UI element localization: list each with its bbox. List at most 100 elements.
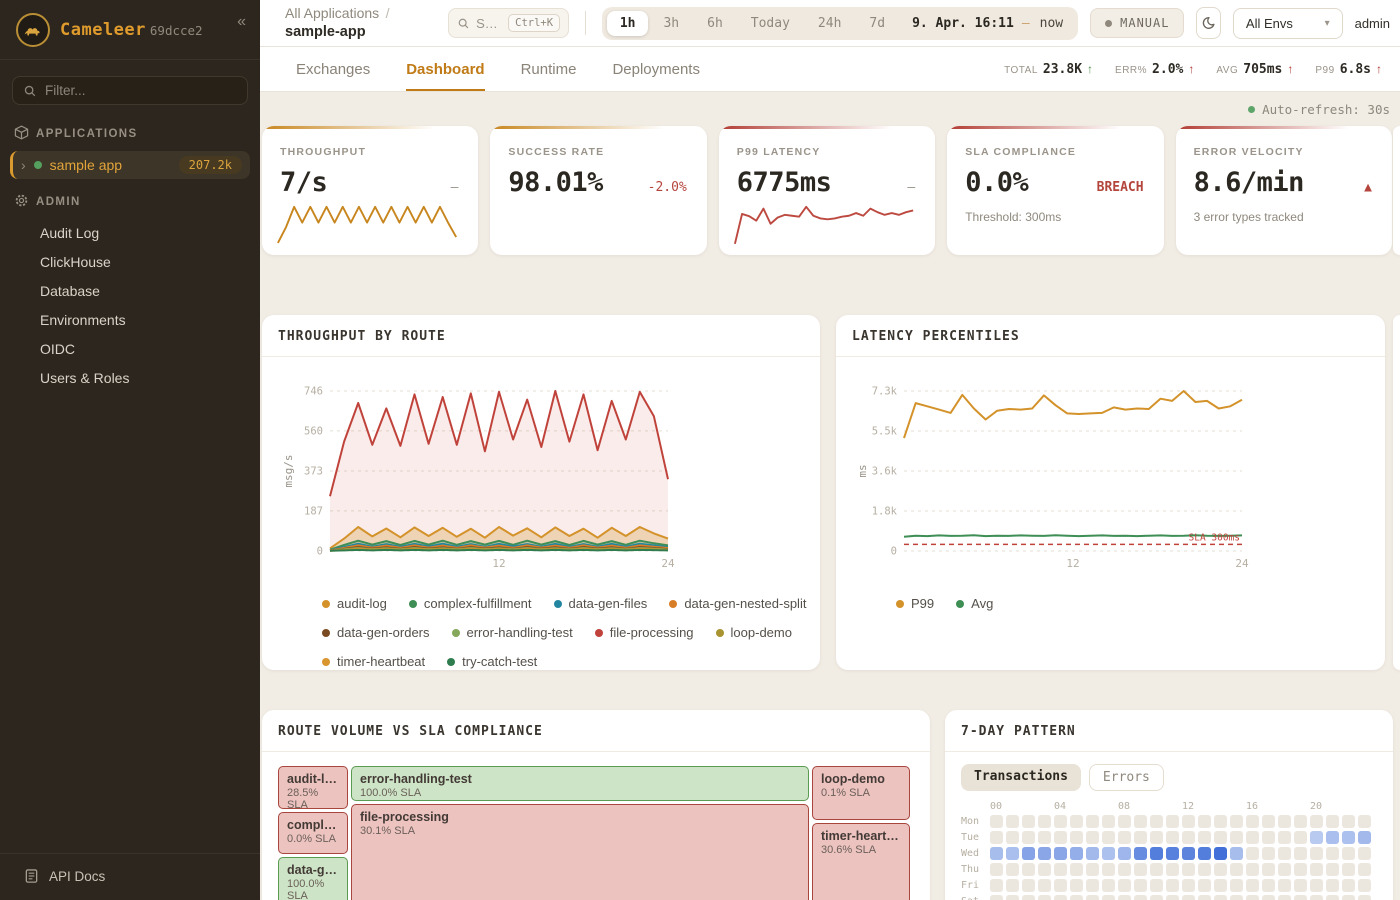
heatmap-cell[interactable] [1294, 847, 1307, 860]
heatmap-cell[interactable] [1230, 831, 1243, 844]
heatmap-cell[interactable] [1278, 879, 1291, 892]
heatmap-cell[interactable] [1182, 847, 1195, 860]
tab-dashboard[interactable]: Dashboard [406, 47, 484, 91]
dark-mode-toggle[interactable] [1196, 7, 1220, 39]
heatmap-cell[interactable] [1086, 847, 1099, 860]
heatmap-cell[interactable] [1262, 895, 1275, 900]
heatmap-cell[interactable] [1310, 815, 1323, 828]
heatmap-cell[interactable] [1118, 847, 1131, 860]
heatmap-cell[interactable] [1214, 879, 1227, 892]
time-range-end[interactable]: now [1032, 16, 1073, 31]
heatmap-cell[interactable] [1246, 879, 1259, 892]
tab-deployments[interactable]: Deployments [612, 47, 700, 91]
heatmap-cell[interactable] [1198, 863, 1211, 876]
heatmap-cell[interactable] [1102, 815, 1115, 828]
heatmap-cell[interactable] [1358, 831, 1371, 844]
heatmap-cell[interactable] [1022, 831, 1035, 844]
heatmap-cell[interactable] [1278, 895, 1291, 900]
heatmap-cell[interactable] [1102, 879, 1115, 892]
heatmap-cell[interactable] [1070, 831, 1083, 844]
heatmap-cell[interactable] [1326, 831, 1339, 844]
heatmap-cell[interactable] [1134, 863, 1147, 876]
heatmap-cell[interactable] [1326, 815, 1339, 828]
heatmap-cell[interactable] [1086, 895, 1099, 900]
heatmap-cell[interactable] [1134, 831, 1147, 844]
time-range-24h[interactable]: 24h [805, 11, 854, 36]
heatmap-cell[interactable] [990, 847, 1003, 860]
treemap-cell-timer-heartbeat[interactable]: timer-heartbeat30.6% SLA [812, 823, 910, 900]
heatmap-cell[interactable] [1230, 815, 1243, 828]
heatmap-cell[interactable] [1134, 895, 1147, 900]
heatmap-cell[interactable] [1294, 831, 1307, 844]
heatmap-cell[interactable] [1086, 863, 1099, 876]
heatmap-cell[interactable] [1246, 831, 1259, 844]
heatmap-cell[interactable] [1054, 847, 1067, 860]
sidebar-item-api-docs[interactable]: API Docs [0, 853, 260, 900]
heatmap-cell[interactable] [1230, 847, 1243, 860]
heatmap-cell[interactable] [1166, 863, 1179, 876]
treemap-cell-error-handling-test[interactable]: error-handling-test100.0% SLA [351, 766, 809, 801]
heatmap-cell[interactable] [1118, 831, 1131, 844]
heatmap-cell[interactable] [1054, 879, 1067, 892]
heatmap-cell[interactable] [1342, 815, 1355, 828]
sidebar-item-clickhouse[interactable]: ClickHouse [0, 248, 260, 276]
global-search-input[interactable] [476, 16, 502, 31]
heatmap-cell[interactable] [1230, 863, 1243, 876]
heatmap-cell[interactable] [1326, 847, 1339, 860]
heatmap-cell[interactable] [1086, 879, 1099, 892]
heatmap-cell[interactable] [1294, 863, 1307, 876]
heatmap-cell[interactable] [990, 831, 1003, 844]
heatmap-cell[interactable] [1198, 847, 1211, 860]
heatmap-cell[interactable] [1182, 879, 1195, 892]
heatmap-cell[interactable] [1150, 847, 1163, 860]
heatmap-cell[interactable] [1118, 895, 1131, 900]
heatmap-cell[interactable] [1166, 879, 1179, 892]
heatmap-cell[interactable] [1150, 879, 1163, 892]
heatmap-cell[interactable] [990, 863, 1003, 876]
heatmap-cell[interactable] [1182, 895, 1195, 900]
time-range-1h[interactable]: 1h [607, 11, 649, 36]
heatmap-cell[interactable] [1342, 847, 1355, 860]
legend-item-data-gen-files[interactable]: data-gen-files [554, 596, 648, 611]
sidebar-collapse-button[interactable]: « [237, 13, 246, 31]
heatmap-cell[interactable] [1342, 863, 1355, 876]
treemap-cell-audit-log[interactable]: audit-log28.5% SLA [278, 766, 348, 809]
heatmap-cell[interactable] [1086, 815, 1099, 828]
heatmap-cell[interactable] [1262, 847, 1275, 860]
heatmap-cell[interactable] [1198, 815, 1211, 828]
heatmap-toggle-errors[interactable]: Errors [1089, 764, 1164, 791]
heatmap-cell[interactable] [1118, 815, 1131, 828]
heatmap-cell[interactable] [1230, 879, 1243, 892]
sidebar-item-sample-app[interactable]: ›sample app207.2k [10, 151, 250, 179]
throughput-by-route-chart[interactable]: 0187373560746msg/s1224 [278, 367, 804, 579]
heatmap-cell[interactable] [1326, 863, 1339, 876]
heatmap-cell[interactable] [1070, 815, 1083, 828]
heatmap-cell[interactable] [1118, 863, 1131, 876]
heatmap-cell[interactable] [1022, 895, 1035, 900]
heatmap-cell[interactable] [1230, 895, 1243, 900]
heatmap-cell[interactable] [1166, 895, 1179, 900]
heatmap-cell[interactable] [1006, 831, 1019, 844]
heatmap-cell[interactable] [1054, 895, 1067, 900]
heatmap-cell[interactable] [1006, 863, 1019, 876]
heatmap-cell[interactable] [1134, 879, 1147, 892]
breadcrumb-root[interactable]: All Applications [285, 5, 379, 21]
heatmap-cell[interactable] [1022, 815, 1035, 828]
heatmap-cell[interactable] [1278, 847, 1291, 860]
heatmap-cell[interactable] [1054, 863, 1067, 876]
heatmap-cell[interactable] [1294, 879, 1307, 892]
heatmap-cell[interactable] [1246, 847, 1259, 860]
heatmap-cell[interactable] [990, 895, 1003, 900]
heatmap-cell[interactable] [1246, 815, 1259, 828]
heatmap-cell[interactable] [1214, 815, 1227, 828]
legend-item-complex-fulfillment[interactable]: complex-fulfillment [409, 596, 532, 611]
heatmap-cell[interactable] [1166, 847, 1179, 860]
heatmap-cell[interactable] [1214, 831, 1227, 844]
global-search[interactable]: Ctrl+K [448, 8, 569, 38]
legend-item-file-processing[interactable]: file-processing [595, 625, 694, 640]
heatmap-cell[interactable] [1038, 863, 1051, 876]
sidebar-item-users-roles[interactable]: Users & Roles [0, 364, 260, 392]
heatmap-cell[interactable] [1166, 831, 1179, 844]
heatmap-cell[interactable] [1310, 879, 1323, 892]
heatmap-cell[interactable] [1086, 831, 1099, 844]
